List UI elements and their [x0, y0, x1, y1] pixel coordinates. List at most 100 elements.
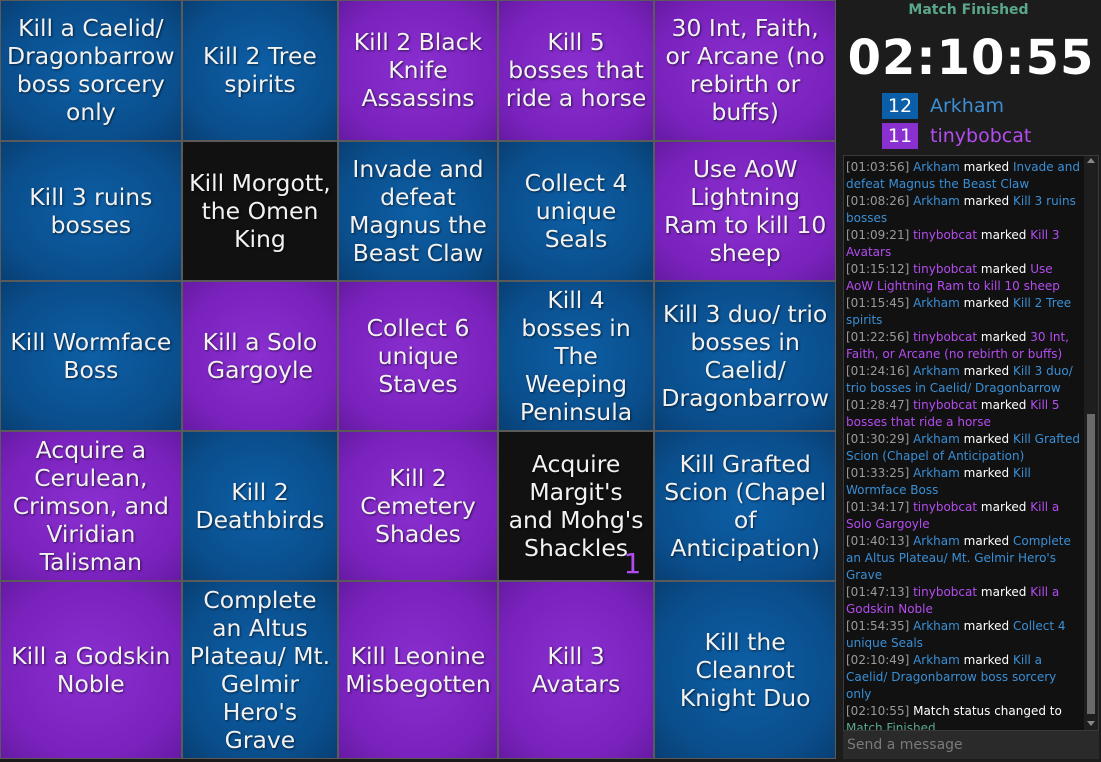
bingo-cell-label: Kill 5 bosses that ride a horse: [505, 28, 647, 113]
bingo-cell-label: Kill the Cleanrot Knight Duo: [679, 628, 811, 712]
log-entry: [01:24:16] Arkham marked Kill 3 duo/ tri…: [846, 363, 1080, 397]
scroll-down-arrow-icon[interactable]: [1087, 721, 1095, 726]
bingo-cell-label: Kill 2 Deathbirds: [195, 478, 325, 534]
log-action: marked: [980, 262, 1027, 276]
bingo-cell[interactable]: Acquire Margit's and Mohg's Shackles 1: [498, 432, 654, 580]
bingo-cell[interactable]: Kill 3 duo/ trio bosses in Caelid/ Drago…: [655, 282, 835, 430]
log-time: [01:08:26]: [846, 194, 910, 208]
bingo-cell[interactable]: Kill Leonine Misbegotten: [339, 582, 497, 758]
log-time: [01:22:56]: [846, 330, 910, 344]
bingo-cell-label: Kill Grafted Scion (Chapel of Anticipati…: [664, 450, 827, 562]
bingo-cell[interactable]: Complete an Altus Plateau/ Mt. Gelmir He…: [182, 582, 338, 758]
log-time: [01:54:35]: [846, 619, 910, 633]
log-player: tinybobcat: [913, 262, 978, 276]
log-action: marked: [963, 160, 1010, 174]
bingo-cell[interactable]: Use AoW Lightning Ram to kill 10 sheep: [655, 141, 835, 280]
log-action: marked: [980, 398, 1027, 412]
bingo-cell-label: Use AoW Lightning Ram to kill 10 sheep: [664, 154, 827, 267]
log-time: [01:28:47]: [846, 398, 910, 412]
log-action: marked: [963, 653, 1010, 667]
bingo-cell-label: Kill 2 Tree spirits: [203, 42, 317, 99]
bingo-cell-label: Kill a Caelid/ Dragonbarrow boss sorcery…: [7, 14, 175, 127]
log-action: marked: [963, 466, 1010, 480]
log-entry: [01:09:21] tinybobcat marked Kill 3 Avat…: [846, 227, 1080, 261]
log-time: [01:47:13]: [846, 585, 910, 599]
log-goal: Match Finished: [846, 721, 936, 731]
log-entry: [02:10:55] Match status changed to Match…: [846, 703, 1080, 731]
bingo-cell[interactable]: Acquire a Cerulean, Crimson, and Viridia…: [1, 432, 181, 580]
bingo-cell[interactable]: Kill 5 bosses that ride a horse: [498, 1, 654, 140]
log-time: [01:34:17]: [846, 500, 910, 514]
log-action: marked: [963, 364, 1010, 378]
bingo-cell-label: 30 Int, Faith, or Arcane (no rebirth or …: [665, 14, 825, 127]
bingo-cell[interactable]: Kill 2 Deathbirds: [182, 432, 338, 580]
log-time: [01:03:56]: [846, 160, 910, 174]
bingo-cell[interactable]: Kill 3 Avatars: [498, 582, 654, 758]
bingo-cell-label: Kill a Godskin Noble: [11, 642, 171, 698]
player-score: 12: [882, 93, 918, 119]
bingo-cell[interactable]: Collect 6 unique Staves: [339, 282, 497, 430]
player-name: Arkham: [930, 95, 1005, 117]
bingo-cell[interactable]: Kill Morgott, the Omen King: [182, 141, 338, 280]
bingo-cell-label: Acquire Margit's and Mohg's Shackles: [508, 450, 644, 562]
log-entry: [01:08:26] Arkham marked Kill 3 ruins bo…: [846, 193, 1080, 227]
scroll-thumb[interactable]: [1087, 414, 1095, 714]
bingo-cell[interactable]: Kill 3 ruins bosses: [1, 141, 181, 280]
log-action: marked: [980, 500, 1027, 514]
log-entry: [01:03:56] Arkham marked Invade and defe…: [846, 159, 1080, 193]
log-player: tinybobcat: [913, 228, 978, 242]
log-player: Arkham: [913, 619, 960, 633]
bingo-cell[interactable]: Kill 4 bosses in The Weeping Peninsula: [498, 282, 654, 430]
event-log[interactable]: [01:03:56] Arkham marked Invade and defe…: [843, 155, 1099, 731]
bingo-cell[interactable]: Kill 2 Black Knife Assassins: [339, 1, 497, 140]
bingo-cell-label: Kill Leonine Misbegotten: [345, 642, 491, 698]
bingo-cell[interactable]: Kill the Cleanrot Knight Duo: [655, 582, 835, 758]
log-entry: [01:30:29] Arkham marked Kill Grafted Sc…: [846, 431, 1080, 465]
log-player: tinybobcat: [913, 398, 978, 412]
bingo-cell[interactable]: 30 Int, Faith, or Arcane (no rebirth or …: [655, 1, 835, 140]
bingo-cell-label: Kill a Solo Gargoyle: [202, 328, 318, 384]
bingo-cell[interactable]: Collect 4 unique Seals: [498, 141, 654, 280]
bingo-cell-label: Invade and defeat Magnus the Beast Claw: [349, 154, 487, 267]
bingo-board: Kill a Caelid/ Dragonbarrow boss sorcery…: [0, 0, 836, 759]
log-action: marked: [963, 194, 1010, 208]
player-row-arkham: 12 Arkham: [882, 93, 1004, 119]
cell-counter: 1: [623, 547, 642, 580]
log-player: Arkham: [913, 653, 960, 667]
scroll-up-arrow-icon[interactable]: [1087, 158, 1095, 163]
bingo-cell[interactable]: Kill Wormface Boss: [1, 282, 181, 430]
bingo-cell[interactable]: Kill a Caelid/ Dragonbarrow boss sorcery…: [1, 1, 181, 140]
log-time: [01:15:45]: [846, 296, 910, 310]
log-time: [01:24:16]: [846, 364, 910, 378]
log-time: [01:15:12]: [846, 262, 910, 276]
player-name: tinybobcat: [930, 125, 1032, 147]
log-entry: [02:10:49] Arkham marked Kill a Caelid/ …: [846, 652, 1080, 703]
side-panel: Match Finished 02:10:55 12 Arkham 11 tin…: [836, 0, 1101, 762]
bingo-cell[interactable]: Kill 2 Cemetery Shades: [339, 432, 497, 580]
log-scrollbar[interactable]: [1084, 156, 1098, 730]
bingo-cell-label: Acquire a Cerulean, Crimson, and Viridia…: [12, 436, 169, 576]
bingo-cell-label: Collect 4 unique Seals: [524, 168, 628, 253]
bingo-cell-label: Kill Wormface Boss: [10, 328, 172, 384]
bingo-cell[interactable]: Kill 2 Tree spirits: [182, 1, 338, 140]
chat-message-input[interactable]: [843, 731, 1099, 759]
bingo-cell-label: Kill 2 Cemetery Shades: [360, 464, 476, 548]
log-entry: [01:47:13] tinybobcat marked Kill a Gods…: [846, 584, 1080, 618]
log-entry: [01:54:35] Arkham marked Collect 4 uniqu…: [846, 618, 1080, 652]
bingo-cell[interactable]: Kill a Solo Gargoyle: [182, 282, 338, 430]
log-entry: [01:15:12] tinybobcat marked Use AoW Lig…: [846, 261, 1080, 295]
bingo-cell[interactable]: Invade and defeat Magnus the Beast Claw: [339, 141, 497, 280]
bingo-cell-label: Kill 2 Black Knife Assassins: [353, 28, 483, 113]
log-entry: [01:34:17] tinybobcat marked Kill a Solo…: [846, 499, 1080, 533]
bingo-cell[interactable]: Kill Grafted Scion (Chapel of Anticipati…: [655, 432, 835, 580]
log-time: [01:40:13]: [846, 534, 910, 548]
log-entry: [01:33:25] Arkham marked Kill Wormface B…: [846, 465, 1080, 499]
log-time: [01:30:29]: [846, 432, 910, 446]
bingo-cell-label: Complete an Altus Plateau/ Mt. Gelmir He…: [189, 586, 331, 754]
player-row-tinybobcat: 11 tinybobcat: [882, 123, 1031, 149]
log-player: Arkham: [913, 466, 960, 480]
log-action: marked: [963, 619, 1010, 633]
bingo-cell[interactable]: Kill a Godskin Noble: [1, 582, 181, 758]
match-status: Match Finished: [908, 2, 1029, 18]
log-player: tinybobcat: [913, 500, 978, 514]
